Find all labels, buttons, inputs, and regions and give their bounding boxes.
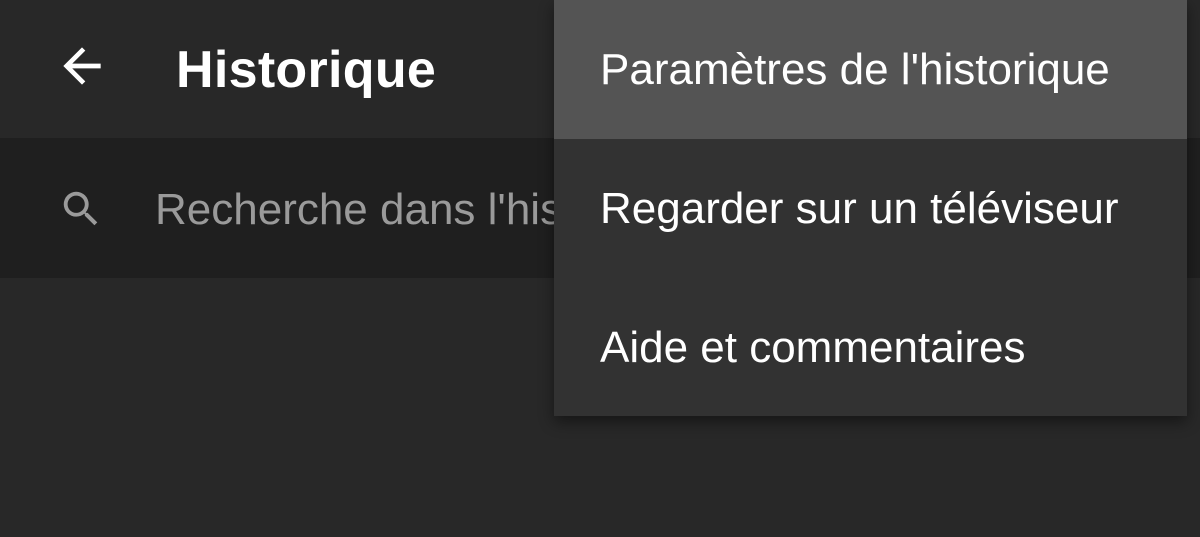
menu-item-label: Regarder sur un téléviseur [600,183,1119,233]
menu-item-watch-on-tv[interactable]: Regarder sur un téléviseur [554,139,1187,278]
menu-item-history-settings[interactable]: Paramètres de l'historique [554,0,1187,139]
search-icon[interactable] [58,186,104,232]
arrow-left-icon [63,47,101,85]
page-title: Historique [176,41,437,99]
menu-item-label: Aide et commentaires [600,322,1026,372]
menu-item-help-feedback[interactable]: Aide et commentaires [554,278,1187,417]
menu-item-label: Paramètres de l'historique [600,44,1110,94]
back-button[interactable] [36,20,128,112]
overflow-menu: Paramètres de l'historique Regarder sur … [554,0,1187,416]
